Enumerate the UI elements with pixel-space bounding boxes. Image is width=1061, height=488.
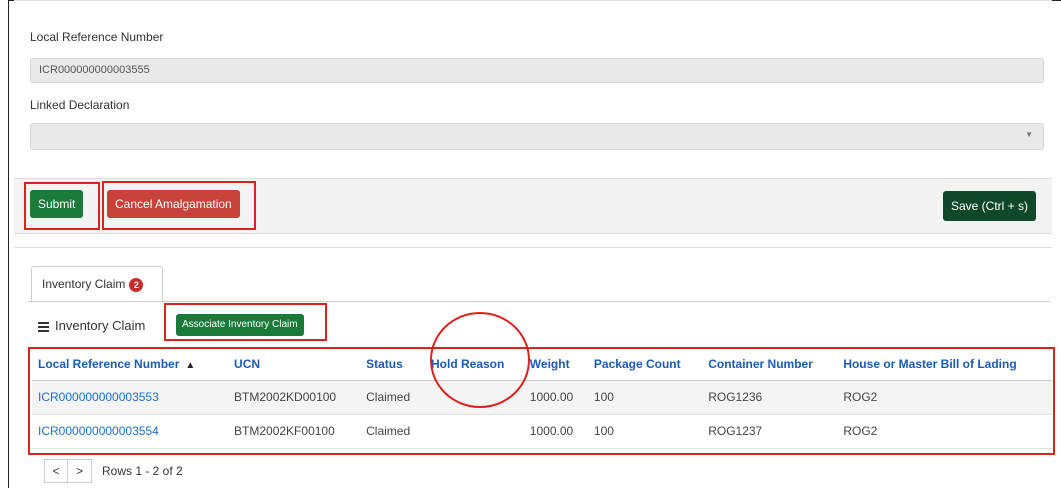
tab-divider [28,301,1050,302]
lrn-field[interactable]: ICR000000000003555 [30,58,1044,83]
hamburger-icon[interactable] [38,320,49,334]
chevron-down-icon: ▼ [1025,130,1033,139]
tab-label: Inventory Claim [42,277,126,291]
lrn-label: Local Reference Number [30,30,164,44]
annotation-box-cancel [102,181,256,230]
linked-declaration-label: Linked Declaration [30,98,130,112]
section-header: Inventory Claim [38,318,145,334]
pagination: < > Rows 1 - 2 of 2 [44,458,183,484]
count-badge: 2 [129,278,144,292]
tab-inventory-claim[interactable]: Inventory Claim 2 [31,266,163,302]
annotation-box-table [28,347,1055,455]
save-button[interactable]: Save (Ctrl + s) [942,191,1036,221]
annotation-box-submit [24,182,100,230]
annotation-box-associate [164,303,327,341]
rows-count: Rows 1 - 2 of 2 [102,464,183,478]
next-page-button[interactable]: > [68,459,92,483]
linked-declaration-select[interactable]: ▼ [30,123,1044,150]
previous-page-button[interactable]: < [44,459,68,483]
section-title: Inventory Claim [55,318,146,333]
claim-form: Local Reference Number ICR00000000000355… [14,0,1052,178]
